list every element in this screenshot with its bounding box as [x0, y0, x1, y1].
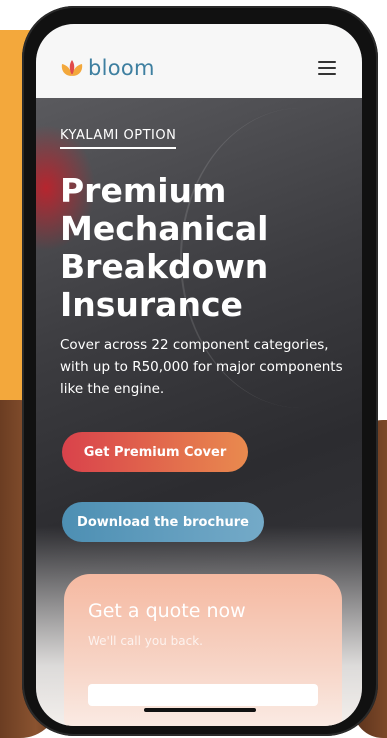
bloom-logo[interactable]: bloom	[60, 56, 155, 80]
hamburger-menu-icon[interactable]	[318, 61, 336, 75]
get-premium-cover-button[interactable]: Get Premium Cover	[62, 432, 248, 472]
quote-input-field[interactable]	[88, 684, 318, 706]
headline-line: Insurance	[60, 285, 243, 324]
bloom-flower-icon	[61, 60, 83, 76]
phone-screen: bloom KYALAMI OPTION Premium Mechanical …	[36, 24, 362, 726]
headline-line: Mechanical	[60, 209, 269, 248]
brand-name: bloom	[88, 56, 155, 80]
download-brochure-button[interactable]: Download the brochure	[62, 502, 264, 542]
eyebrow-label: KYALAMI OPTION	[60, 128, 177, 149]
page-title: Premium Mechanical Breakdown Insurance	[60, 172, 350, 324]
quote-title: Get a quote now	[88, 600, 246, 622]
home-indicator[interactable]	[144, 708, 256, 712]
site-header: bloom	[36, 24, 362, 98]
quote-card: Get a quote now We'll call you back.	[64, 574, 342, 726]
quote-subtitle: We'll call you back.	[88, 634, 203, 648]
hero-description: Cover across 22 component categories, wi…	[60, 337, 343, 397]
headline-line: Breakdown	[60, 247, 269, 286]
headline-line: Premium	[60, 171, 227, 210]
